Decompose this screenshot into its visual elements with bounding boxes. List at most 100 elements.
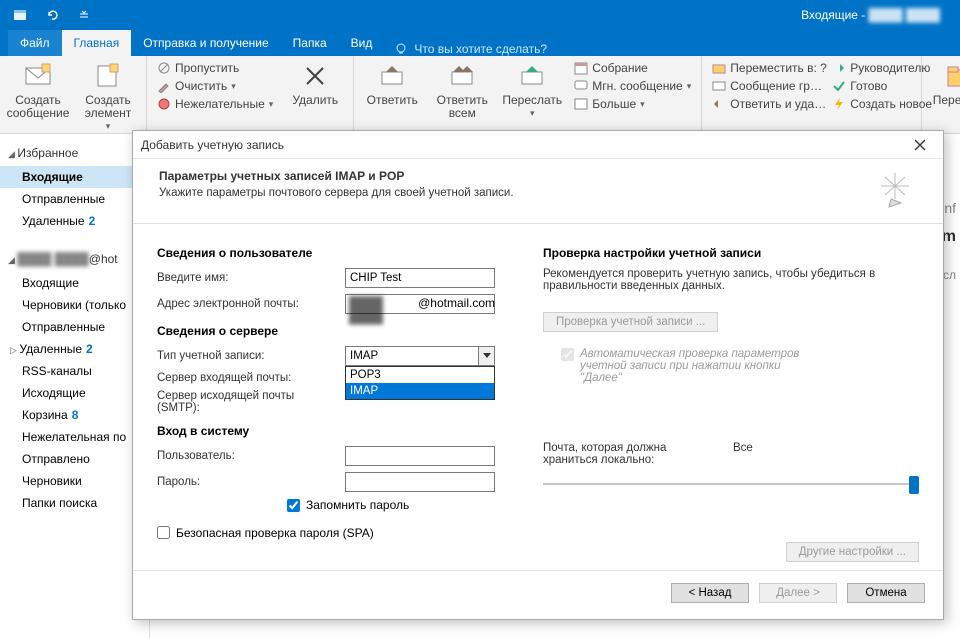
chevron-down-icon[interactable] xyxy=(478,347,494,365)
wizard-art-icon xyxy=(873,169,923,209)
check-icon xyxy=(832,79,846,93)
name-label: Введите имя: xyxy=(157,272,337,284)
window-title: Входящие - ████ ████ xyxy=(801,8,960,22)
option-pop3[interactable]: POP3 xyxy=(346,367,494,383)
to-manager-button[interactable]: Руководителю xyxy=(830,60,930,76)
ribbon-group-delete: Пропустить Очистить Нежелательные Удалит… xyxy=(147,56,354,133)
account-type-combo[interactable]: POP3 IMAP xyxy=(345,346,495,366)
account-type-value[interactable] xyxy=(345,346,495,366)
tell-me-search[interactable]: Что вы хотите сделать? xyxy=(384,42,557,56)
ribbon-group-move: Перемест xyxy=(922,56,960,133)
username-input[interactable] xyxy=(345,446,495,466)
nav-deleted-acct[interactable]: Удаленные2 xyxy=(0,338,149,360)
slider-thumb[interactable] xyxy=(909,476,919,494)
calendar-icon xyxy=(574,61,588,75)
close-button[interactable] xyxy=(905,133,935,157)
nav-rss[interactable]: RSS-каналы xyxy=(0,360,149,382)
forward-icon xyxy=(516,60,548,92)
nav-search-folders[interactable]: Папки поиска xyxy=(0,492,149,514)
remember-password-label: Запомнить пароль xyxy=(306,498,409,512)
more-button[interactable]: Больше xyxy=(572,96,693,112)
nav-sent3[interactable]: Отправлено xyxy=(0,448,149,470)
ignore-button[interactable]: Пропустить xyxy=(155,60,275,76)
moveto-button[interactable]: Переместить в: ? xyxy=(710,60,820,76)
test-account-button: Проверка учетной записи ... xyxy=(543,312,718,332)
broom-icon xyxy=(157,79,171,93)
email-input[interactable] xyxy=(345,294,495,314)
offline-slider[interactable] xyxy=(543,474,919,494)
junk-button[interactable]: Нежелательные xyxy=(155,96,275,112)
nav-sent-acct[interactable]: Отправленные xyxy=(0,316,149,338)
tab-file[interactable]: Файл xyxy=(8,30,62,56)
nav-inbox-acct[interactable]: Входящие xyxy=(0,272,149,294)
reply-delete-button[interactable]: Ответить и уда… xyxy=(710,96,820,112)
reply-all-button[interactable]: Ответить всем xyxy=(432,60,492,120)
delete-icon xyxy=(299,60,331,92)
ignore-icon xyxy=(157,61,171,75)
window-titlebar: Входящие - ████ ████ xyxy=(0,0,960,30)
tab-home[interactable]: Главная xyxy=(62,30,132,56)
auto-test-label: Автоматическая проверка параметров учетн… xyxy=(580,348,820,384)
nav-outbox[interactable]: Исходящие xyxy=(0,382,149,404)
dialog-footer: < Назад Далее > Отмена xyxy=(133,570,943,619)
spa-checkbox[interactable] xyxy=(157,526,170,539)
mail-icon xyxy=(22,60,54,92)
undo-icon[interactable] xyxy=(38,2,66,28)
done-button[interactable]: Готово xyxy=(830,78,930,94)
server-info-heading: Сведения о сервере xyxy=(157,324,507,338)
meeting-button[interactable]: Собрание xyxy=(572,60,693,76)
account-header[interactable]: ████ ████@hot xyxy=(0,246,149,272)
offline-slider-value: Все xyxy=(733,442,753,454)
email-label: Адрес электронной почты: xyxy=(157,298,337,310)
new-item-button[interactable]: Создать элемент xyxy=(78,60,138,132)
nav-deleted[interactable]: Удаленные2 xyxy=(0,210,149,232)
dialog-title: Добавить учетную запись xyxy=(141,138,905,152)
back-button[interactable]: < Назад xyxy=(671,583,749,603)
team-mail-button[interactable]: Сообщение гр… xyxy=(710,78,820,94)
ribbon-tabs: Файл Главная Отправка и получение Папка … xyxy=(0,30,960,56)
navigation-pane: Избранное Входящие Отправленные Удаленны… xyxy=(0,134,150,638)
ribbon-group-new: Создать сообщение Создать элемент xyxy=(0,56,147,133)
account-type-label: Тип учетной записи: xyxy=(157,350,337,362)
dialog-subheading: Укажите параметры почтового сервера для … xyxy=(159,187,873,199)
nav-trash[interactable]: Корзина8 xyxy=(0,404,149,426)
auto-test-checkbox xyxy=(561,348,574,361)
nav-inbox[interactable]: Входящие xyxy=(0,166,149,188)
tab-send-receive[interactable]: Отправка и получение xyxy=(131,30,280,56)
reply-del-icon xyxy=(712,97,726,111)
tab-folder[interactable]: Папка xyxy=(281,30,339,56)
ribbon-group-quicksteps: Переместить в: ? Сообщение гр… Ответить … xyxy=(702,56,922,133)
close-icon xyxy=(914,139,926,151)
forward-button[interactable]: Переслать xyxy=(502,60,562,119)
ribbon-group-respond: Ответить Ответить всем Переслать Собрани… xyxy=(354,56,702,133)
nav-drafts2[interactable]: Черновики xyxy=(0,470,149,492)
chat-icon xyxy=(574,79,588,93)
cancel-button[interactable]: Отмена xyxy=(847,583,925,603)
tab-view[interactable]: Вид xyxy=(339,30,385,56)
name-input[interactable] xyxy=(345,268,495,288)
option-imap[interactable]: IMAP xyxy=(346,383,494,399)
nav-drafts-acct[interactable]: Черновики (только xyxy=(0,294,149,316)
app-icon xyxy=(6,2,34,28)
im-button[interactable]: Мгн. сообщение xyxy=(572,78,693,94)
nav-junk[interactable]: Нежелательная по xyxy=(0,426,149,448)
reply-button[interactable]: Ответить xyxy=(362,60,422,107)
login-info-heading: Вход в систему xyxy=(157,424,507,438)
new-item-icon xyxy=(92,60,124,92)
favorites-header[interactable]: Избранное xyxy=(0,140,149,166)
create-new-button[interactable]: Создать новое xyxy=(830,96,930,112)
right-column: Проверка настройки учетной записи Рекоме… xyxy=(543,242,919,562)
password-input[interactable] xyxy=(345,472,495,492)
qat-customize-icon[interactable] xyxy=(70,2,98,28)
account-type-dropdown: POP3 IMAP xyxy=(345,366,495,400)
nav-sent[interactable]: Отправленные xyxy=(0,188,149,210)
folder-icon xyxy=(944,60,960,92)
delete-button[interactable]: Удалить xyxy=(285,60,345,107)
reply-all-icon xyxy=(446,60,478,92)
move-button[interactable]: Перемест xyxy=(930,60,960,107)
lightning-icon xyxy=(832,97,846,111)
envelope-icon xyxy=(712,79,726,93)
remember-password-checkbox[interactable] xyxy=(287,499,300,512)
clean-button[interactable]: Очистить xyxy=(155,78,275,94)
new-mail-button[interactable]: Создать сообщение xyxy=(8,60,68,120)
